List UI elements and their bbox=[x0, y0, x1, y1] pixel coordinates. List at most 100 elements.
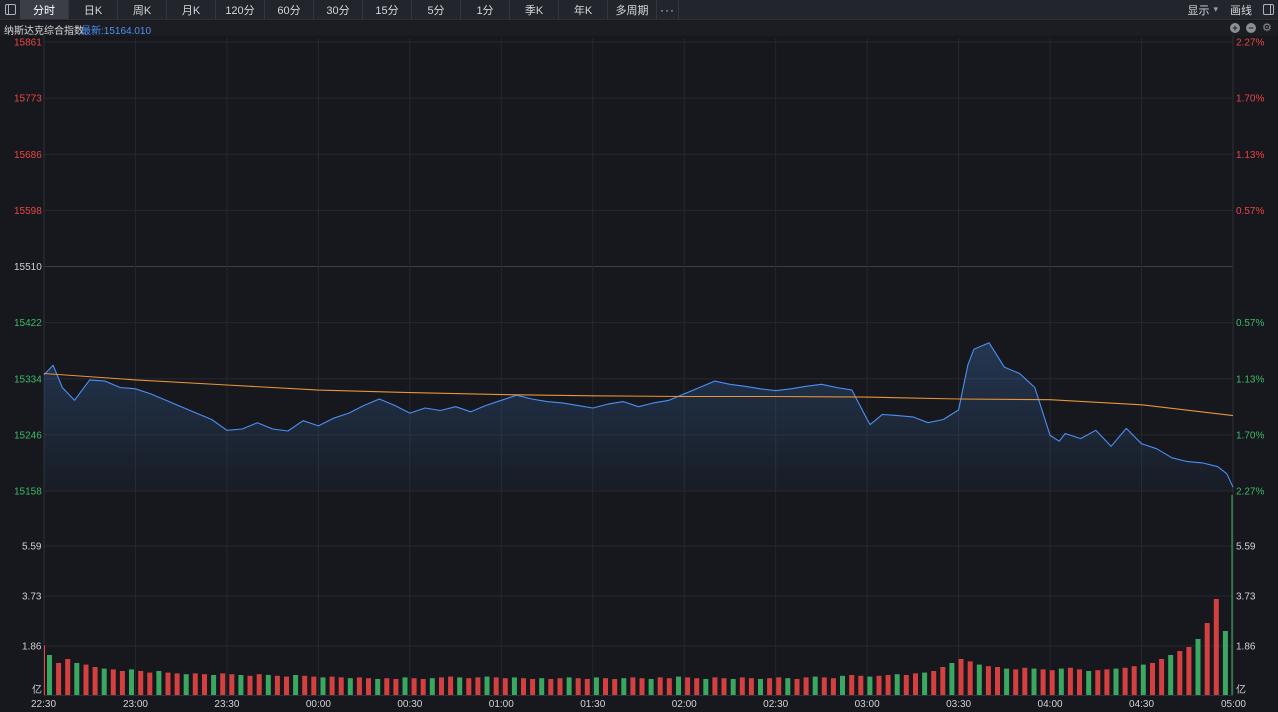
volume-bar bbox=[830, 678, 836, 695]
volume-bar bbox=[967, 661, 973, 695]
volume-bar bbox=[338, 677, 344, 695]
volume-unit-right: 亿 bbox=[1236, 683, 1246, 696]
volume-bar bbox=[202, 674, 207, 695]
volume-bar bbox=[384, 678, 390, 695]
volume-bar bbox=[867, 676, 873, 695]
volume-bar bbox=[65, 659, 71, 695]
y-tick-label-right: 0.57% bbox=[1236, 206, 1264, 217]
volume-bar bbox=[557, 678, 563, 695]
y-tick-label-left: 15510 bbox=[14, 262, 42, 273]
volume-bar bbox=[666, 678, 672, 695]
volume-bar bbox=[329, 676, 335, 695]
volume-bar bbox=[894, 674, 900, 695]
volume-bar bbox=[320, 677, 326, 695]
volume-bar bbox=[174, 673, 180, 695]
volume-bar bbox=[913, 673, 918, 695]
volume-bar bbox=[566, 677, 572, 695]
price-area bbox=[44, 342, 1233, 491]
volume-unit-left: 亿 bbox=[32, 683, 42, 696]
volume-bar bbox=[366, 678, 371, 695]
volume-bar bbox=[758, 679, 763, 695]
volume-bar bbox=[56, 663, 62, 695]
volume-bar bbox=[676, 676, 681, 695]
volume-bar bbox=[1186, 647, 1192, 695]
volume-bar bbox=[739, 677, 745, 695]
volume-bar bbox=[165, 672, 171, 695]
volume-bar bbox=[284, 676, 289, 695]
volume-bar bbox=[302, 675, 308, 695]
x-tick-label: 02:30 bbox=[763, 699, 788, 710]
x-tick-label: 22:30 bbox=[31, 699, 56, 710]
volume-bar bbox=[457, 677, 463, 695]
volume-tick-label-right: 5.59 bbox=[1236, 542, 1256, 553]
volume-bar bbox=[156, 671, 162, 695]
volume-bar bbox=[74, 663, 80, 695]
volume-bar bbox=[511, 677, 517, 695]
volume-bar bbox=[484, 676, 490, 695]
x-tick-label: 05:00 bbox=[1221, 699, 1246, 710]
volume-bar bbox=[448, 676, 454, 695]
volume-bar bbox=[293, 675, 299, 695]
volume-bar bbox=[429, 678, 435, 695]
volume-bar bbox=[995, 667, 1000, 695]
volume-bar bbox=[1113, 668, 1119, 695]
volume-bar bbox=[311, 676, 317, 695]
y-tick-label-left: 15158 bbox=[14, 487, 42, 498]
volume-bar bbox=[785, 678, 791, 695]
x-tick-label: 04:00 bbox=[1038, 699, 1063, 710]
volume-bar bbox=[83, 664, 89, 695]
volume-bar bbox=[1204, 623, 1210, 695]
volume-bar bbox=[603, 678, 608, 695]
x-tick-label: 01:00 bbox=[489, 699, 514, 710]
volume-bar bbox=[411, 678, 417, 695]
volume-bar bbox=[1049, 670, 1055, 695]
volume-bar bbox=[420, 679, 426, 695]
volume-tick-label-left: 3.73 bbox=[22, 592, 42, 603]
volume-bar bbox=[530, 679, 536, 695]
volume-bar bbox=[1131, 666, 1137, 695]
volume-bar bbox=[885, 675, 891, 695]
volume-tick-label-left: 5.59 bbox=[22, 542, 42, 553]
volume-bar bbox=[1140, 664, 1146, 695]
volume-bar bbox=[256, 674, 262, 695]
volume-bar bbox=[940, 667, 946, 695]
x-tick-label: 23:00 bbox=[123, 699, 148, 710]
volume-bar bbox=[44, 645, 45, 695]
volume-bar bbox=[1022, 667, 1028, 695]
volume-bar bbox=[694, 678, 700, 695]
volume-bar bbox=[922, 672, 928, 695]
volume-bar bbox=[47, 655, 52, 695]
volume-bar bbox=[1077, 669, 1082, 695]
x-tick-label: 03:00 bbox=[855, 699, 880, 710]
y-tick-label-right: 1.70% bbox=[1236, 94, 1264, 105]
x-tick-label: 01:30 bbox=[580, 699, 605, 710]
volume-bar bbox=[274, 675, 280, 695]
volume-bar bbox=[803, 677, 809, 695]
y-tick-label-left: 15686 bbox=[14, 150, 42, 161]
volume-bar bbox=[657, 677, 663, 695]
x-tick-label: 00:00 bbox=[306, 699, 331, 710]
y-tick-label-right: 1.13% bbox=[1236, 150, 1264, 161]
volume-bar bbox=[903, 675, 909, 695]
volume-bar bbox=[502, 678, 508, 695]
volume-bar bbox=[776, 677, 782, 695]
volume-bar bbox=[976, 664, 982, 695]
volume-bar bbox=[539, 678, 545, 695]
volume-bar bbox=[229, 674, 235, 695]
y-tick-label-left: 15861 bbox=[14, 38, 42, 49]
volume-bar bbox=[849, 675, 855, 695]
volume-bar bbox=[393, 679, 399, 695]
volume-bar bbox=[639, 678, 645, 695]
y-tick-label-right: 1.13% bbox=[1236, 374, 1264, 385]
chart-area: 15861 2.27% 15773 1.70% 15686 1.13% 15598 0.57%… bbox=[14, 36, 1264, 710]
volume-tick-label-left: 1.86 bbox=[22, 642, 42, 653]
x-tick-label: 04:30 bbox=[1129, 699, 1154, 710]
y-tick-label-right: 2.27% bbox=[1236, 487, 1264, 498]
x-tick-label: 03:30 bbox=[946, 699, 971, 710]
y-tick-label-left: 15598 bbox=[14, 206, 42, 217]
y-tick-label-left: 15246 bbox=[14, 430, 42, 441]
volume-bar bbox=[265, 675, 271, 695]
volume-bar bbox=[1213, 599, 1219, 695]
volume-bar bbox=[247, 675, 253, 695]
x-tick-label: 02:00 bbox=[672, 699, 697, 710]
